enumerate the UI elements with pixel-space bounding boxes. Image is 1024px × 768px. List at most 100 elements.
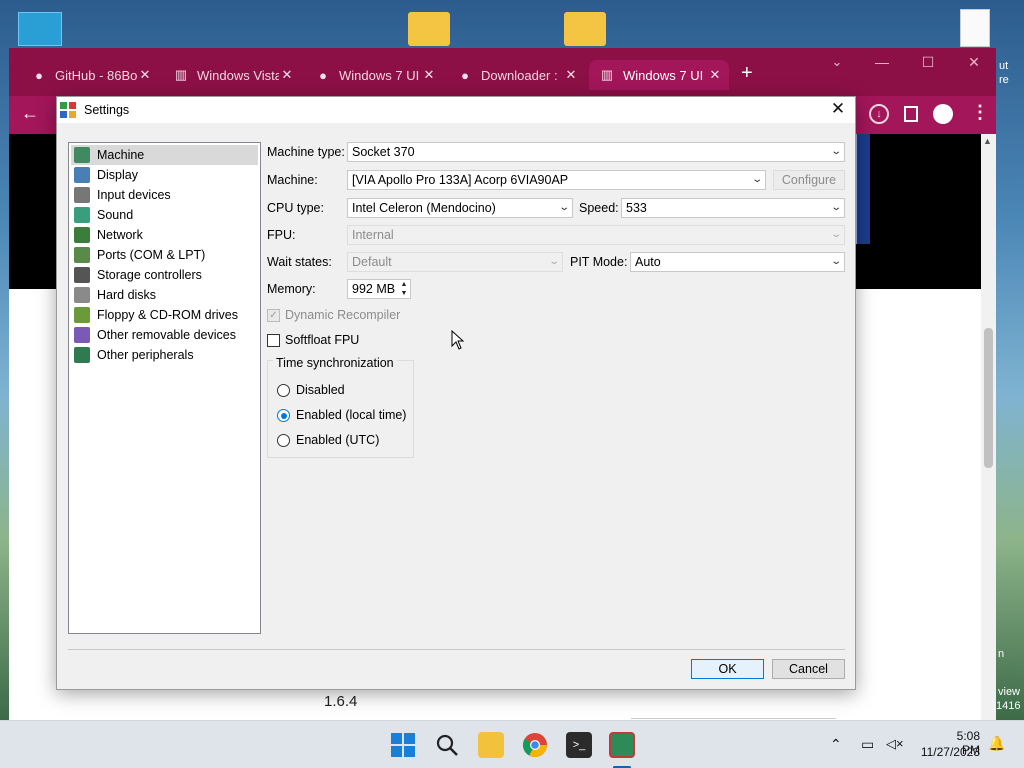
nav-item-storage-controllers[interactable]: Storage controllers [71, 265, 258, 285]
minimize-icon[interactable]: — [867, 54, 897, 70]
spin-arrows-icon[interactable]: ▲ ▼ [398, 280, 410, 298]
desktop-folder-icon[interactable] [564, 12, 606, 46]
nav-item-other-peripherals[interactable]: Other peripherals [71, 345, 258, 365]
machine-value: [VIA Apollo Pro 133A] Acorp 6VIA90AP [352, 173, 569, 187]
nav-item-input-devices[interactable]: Input devices [71, 185, 258, 205]
taskbar: >_ ⌃ ▭ ◁× 5:08 PM 11/27/2023 🔔 [0, 720, 1024, 768]
speed-value: 533 [626, 201, 647, 215]
time-sync-local-label: Enabled (local time) [296, 408, 407, 422]
desktop-file-icon[interactable] [960, 9, 990, 47]
nav-item-label: Sound [97, 208, 134, 222]
machine-select[interactable]: [VIA Apollo Pro 133A] Acorp 6VIA90AP ⌄ [347, 170, 766, 190]
configure-button[interactable]: Configure [773, 170, 845, 190]
machine-label: Machine: [267, 173, 318, 187]
chevron-down-icon: ⌄ [557, 202, 570, 213]
maximize-icon[interactable]: ☐ [913, 54, 943, 71]
nav-item-ports[interactable]: Ports (COM & LPT) [71, 245, 258, 265]
fpu-label: FPU: [267, 228, 296, 242]
pit-mode-select[interactable]: Auto ⌄ [630, 252, 845, 272]
ports-icon [74, 247, 90, 263]
floppy-cdrom-icon [74, 307, 90, 323]
scroll-up-icon[interactable]: ▲ [983, 136, 992, 146]
search-icon[interactable] [434, 732, 460, 758]
close-icon[interactable]: ✕ [827, 99, 849, 119]
tab-label: Windows 7 UI [339, 67, 420, 83]
chevron-up-icon[interactable]: ⌃ [830, 736, 842, 753]
nav-item-floppy-cdrom[interactable]: Floppy & CD-ROM drives [71, 305, 258, 325]
nav-item-network[interactable]: Network [71, 225, 258, 245]
app-logo-icon [60, 102, 76, 118]
mouse-cursor-icon [451, 330, 465, 350]
nav-item-machine[interactable]: Machine [71, 145, 258, 165]
machine-icon [74, 147, 90, 163]
close-tab-icon[interactable]: ✕ [707, 67, 723, 83]
chevron-down-icon: ⌄ [829, 202, 842, 213]
start-icon[interactable] [390, 732, 416, 758]
side-panel-icon[interactable] [904, 106, 918, 122]
new-tab-button[interactable]: + [741, 62, 753, 85]
removable-icon [74, 327, 90, 343]
close-tab-icon[interactable]: ✕ [137, 67, 153, 83]
nav-item-hard-disks[interactable]: Hard disks [71, 285, 258, 305]
cpu-type-select[interactable]: Intel Celeron (Mendocino) ⌄ [347, 198, 573, 218]
close-tab-icon[interactable]: ✕ [421, 67, 437, 83]
download-icon[interactable]: ↓ [869, 104, 889, 124]
wait-states-select[interactable]: Default ⌄ [347, 252, 563, 272]
cpu-type-value: Intel Celeron (Mendocino) [352, 201, 496, 215]
speed-select[interactable]: 533 ⌄ [621, 198, 845, 218]
tab-github[interactable]: ● GitHub - 86Bo ✕ [21, 60, 159, 90]
fpu-select[interactable]: Internal ⌄ [347, 225, 845, 245]
machine-type-select[interactable]: Socket 370 ⌄ [347, 142, 845, 162]
softfloat-fpu-checkbox[interactable] [267, 334, 280, 347]
version-text: 1.6.4 [324, 693, 358, 710]
emulator-icon[interactable] [609, 732, 635, 758]
time-sync-disabled-label: Disabled [296, 383, 345, 397]
tab-search-icon[interactable]: ⌄ [822, 54, 852, 70]
clock-date[interactable]: 11/27/2023 [918, 745, 980, 759]
volume-muted-icon[interactable]: ◁× [886, 736, 904, 752]
divider [631, 718, 836, 719]
settings-category-list: Machine Display Input devices Sound Netw… [68, 142, 261, 634]
ok-button[interactable]: OK [691, 659, 764, 679]
chevron-down-icon: ⌄ [547, 256, 560, 267]
desktop-icon-app[interactable] [18, 12, 62, 46]
globe-icon: ● [461, 67, 469, 83]
nav-item-label: Other peripherals [97, 348, 194, 362]
cancel-button[interactable]: Cancel [772, 659, 845, 679]
tab-windows-7-ui[interactable]: ● Windows 7 UI ✕ [305, 60, 443, 90]
desktop-label-fragment: re [999, 74, 1009, 86]
file-explorer-icon[interactable] [478, 732, 504, 758]
memory-label: Memory: [267, 282, 316, 296]
nav-item-display[interactable]: Display [71, 165, 258, 185]
notification-bell-icon[interactable]: 🔔 [988, 735, 1005, 752]
scrollbar-thumb[interactable] [984, 328, 993, 468]
memory-value: 992 MB [352, 282, 396, 296]
speed-label: Speed: [579, 201, 619, 215]
close-window-icon[interactable]: ✕ [959, 54, 989, 71]
nav-item-label: Ports (COM & LPT) [97, 248, 206, 262]
github-icon: ● [35, 67, 43, 83]
museum-icon: ▥ [174, 67, 188, 82]
nav-item-sound[interactable]: Sound [71, 205, 258, 225]
time-sync-utc-radio[interactable] [277, 434, 290, 447]
tab-downloader[interactable]: ● Downloader : ✕ [447, 60, 585, 90]
chrome-icon[interactable] [522, 732, 548, 758]
time-sync-disabled-radio[interactable] [277, 384, 290, 397]
tab-label: Windows Vista [197, 67, 279, 83]
tab-windows-7-ui-active[interactable]: ▥ Windows 7 UI ✕ [589, 60, 729, 90]
network-status-icon[interactable]: ▭ [861, 736, 874, 753]
sound-icon [74, 207, 90, 223]
chevron-down-icon: ⌄ [829, 229, 842, 240]
nav-item-other-removable[interactable]: Other removable devices [71, 325, 258, 345]
close-tab-icon[interactable]: ✕ [279, 67, 295, 83]
profile-avatar-icon[interactable] [933, 104, 953, 124]
terminal-icon[interactable]: >_ [566, 732, 592, 758]
nav-item-label: Display [97, 168, 138, 182]
time-sync-local-radio[interactable] [277, 409, 290, 422]
tab-windows-vista[interactable]: ▥ Windows Vista ✕ [163, 60, 301, 90]
menu-kebab-icon[interactable]: ⋮ [971, 102, 989, 123]
desktop-folder-icon[interactable] [408, 12, 450, 46]
close-tab-icon[interactable]: ✕ [563, 67, 579, 83]
dynamic-recompiler-checkbox[interactable]: ✓ [267, 309, 280, 322]
back-arrow-icon[interactable]: ← [21, 103, 39, 124]
